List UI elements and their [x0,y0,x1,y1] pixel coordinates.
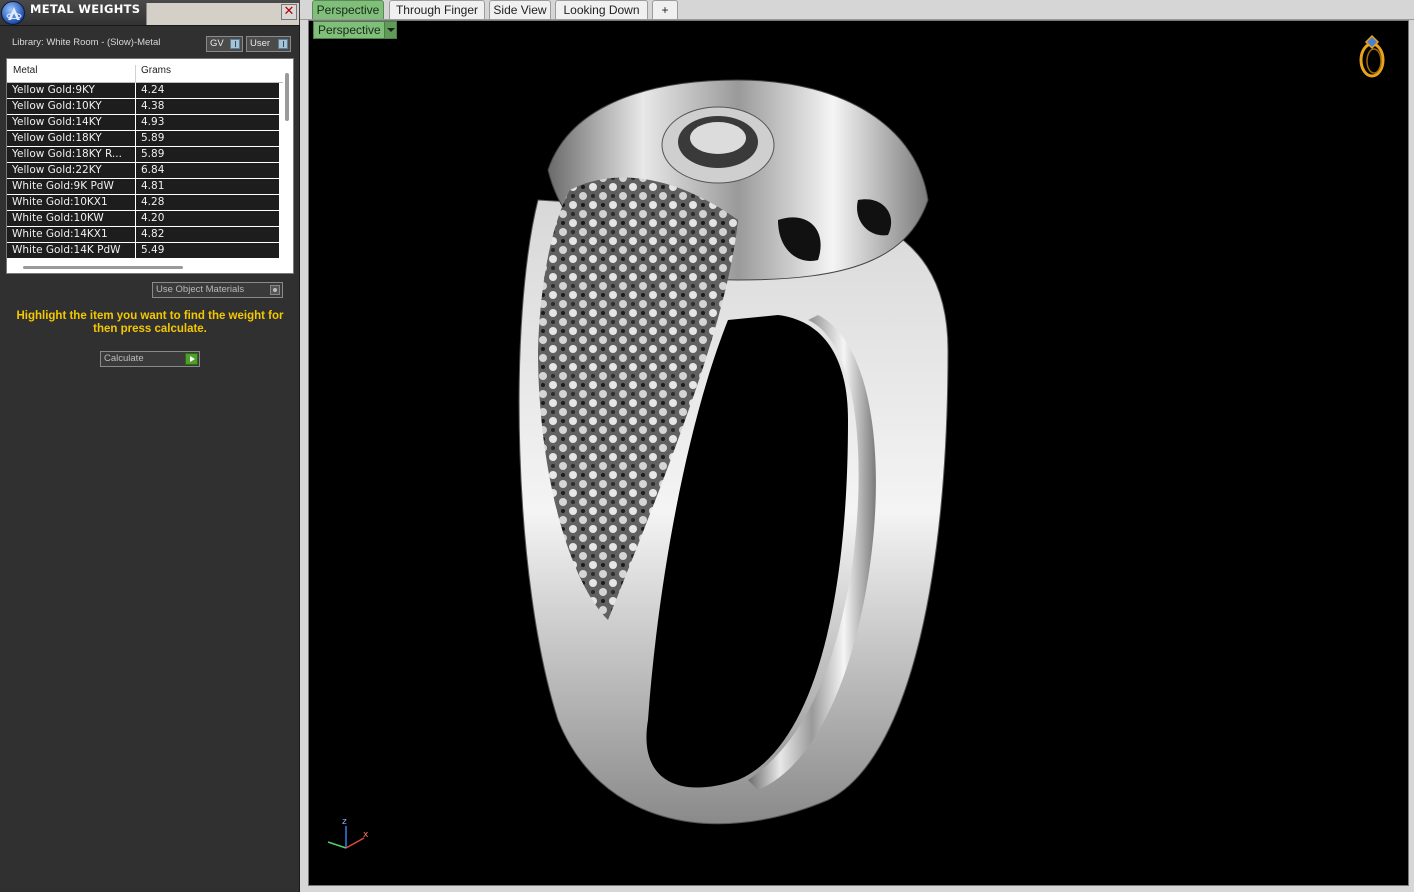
grams-cell: 4.93 [141,116,165,128]
user-toggle[interactable]: User [246,36,291,52]
library-label: Library: White Room - (Slow)-Metal [12,37,161,48]
panel-header: METAL WEIGHTS ✕ [0,0,300,26]
table-row[interactable]: Yellow Gold:9KY 4.24 [7,83,279,99]
table-row[interactable]: Yellow Gold:22KY 6.84 [7,163,279,179]
axis-x-label: x [363,830,369,840]
tab-looking-down[interactable]: Looking Down [555,0,648,19]
chevron-down-icon [384,22,396,38]
instruction-text: Highlight the item you want to find the … [16,310,284,335]
gv-toggle-label: GV [210,38,224,49]
cell-divider [135,227,136,243]
table-row[interactable]: Yellow Gold:10KY 4.38 [7,99,279,115]
metal-cell: Yellow Gold:18KY R... [12,148,122,160]
grams-cell: 5.89 [141,148,165,160]
cell-divider [135,179,136,195]
cell-divider [135,99,136,115]
grams-cell: 4.20 [141,212,165,224]
metal-cell: Yellow Gold:18KY [12,132,102,144]
table-row[interactable]: Yellow Gold:18KY 5.89 [7,131,279,147]
use-object-materials-label: Use Object Materials [156,284,245,295]
grams-cell: 4.24 [141,84,165,96]
title-bar-filler [146,3,299,25]
metal-cell: Yellow Gold:9KY [12,84,95,96]
table-row[interactable]: White Gold:10KW 4.20 [7,211,279,227]
table-row[interactable]: White Gold:14K PdW 5.49 [7,243,279,259]
table-row[interactable]: White Gold:9K PdW 4.81 [7,179,279,195]
grams-cell: 6.84 [141,164,165,176]
calculate-button[interactable]: Calculate [100,351,200,367]
cell-divider [135,195,136,211]
metal-cell: Yellow Gold:22KY [12,164,102,176]
cell-divider [135,147,136,163]
grams-cell: 4.38 [141,100,165,112]
table-rows: Yellow Gold:9KY 4.24 Yellow Gold:10KY 4.38… [7,83,279,259]
metal-cell: Yellow Gold:14KY [12,116,102,128]
close-button[interactable]: ✕ [281,4,297,20]
cell-divider [135,211,136,227]
table-row[interactable]: White Gold:10KX1 4.28 [7,195,279,211]
use-object-materials-toggle[interactable]: Use Object Materials [152,282,283,298]
metal-cell: White Gold:14K PdW [12,244,121,256]
axis-z-label: z [342,817,347,827]
view-mode-label: Perspective [318,23,381,37]
radio-icon [270,285,280,295]
metal-cell: White Gold:14KX1 [12,228,108,240]
tab-perspective[interactable]: Perspective [312,0,384,19]
metal-cell: White Gold:9K PdW [12,180,114,192]
grams-cell: 4.81 [141,180,165,192]
cell-divider [135,163,136,179]
add-tab-button[interactable]: + [652,0,678,19]
cell-divider [135,115,136,131]
axis-triad-icon: z x [327,817,369,849]
gv-toggle[interactable]: GV [206,36,243,52]
table-row[interactable]: Yellow Gold:18KY R... 5.89 [7,147,279,163]
column-header-metal[interactable]: Metal [13,65,37,76]
column-header-grams[interactable]: Grams [141,65,171,76]
metal-cell: White Gold:10KW [12,212,104,224]
play-arrow-icon [185,353,198,365]
tab-through-finger[interactable]: Through Finger [389,0,485,19]
table-header: Metal Grams [7,59,283,89]
ring-render [518,79,949,825]
grams-cell: 4.82 [141,228,165,240]
ring-thumbnail-icon[interactable] [1352,32,1392,80]
grams-cell: 5.89 [141,132,165,144]
metal-cell: Yellow Gold:10KY [12,100,102,112]
view-mode-dropdown[interactable]: Perspective [313,21,397,39]
grams-cell: 4.28 [141,196,165,208]
horizontal-scrollbar[interactable] [23,266,183,269]
table-row[interactable]: White Gold:14KX1 4.82 [7,227,279,243]
user-toggle-label: User [250,38,271,49]
grams-cell: 5.49 [141,244,165,256]
calculate-label: Calculate [104,353,144,364]
cell-divider [135,243,136,259]
metal-weights-table: Metal Grams Yellow Gold:9KY 4.24 Yellow G… [6,58,294,274]
app-logo-icon [1,1,25,25]
toggle-switch-icon [278,39,288,49]
toggle-switch-icon [230,39,240,49]
app-window: METAL WEIGHTS ✕ Library: White Room - (S… [0,0,1414,892]
cell-divider [135,83,136,99]
metal-weights-panel: METAL WEIGHTS ✕ Library: White Room - (S… [0,0,300,892]
table-row[interactable]: Yellow Gold:14KY 4.93 [7,115,279,131]
panel-title: METAL WEIGHTS [30,2,141,16]
cell-divider [135,131,136,147]
vertical-scrollbar[interactable] [285,73,289,121]
tab-side-view[interactable]: Side View [489,0,551,19]
metal-cell: White Gold:10KX1 [12,196,108,208]
